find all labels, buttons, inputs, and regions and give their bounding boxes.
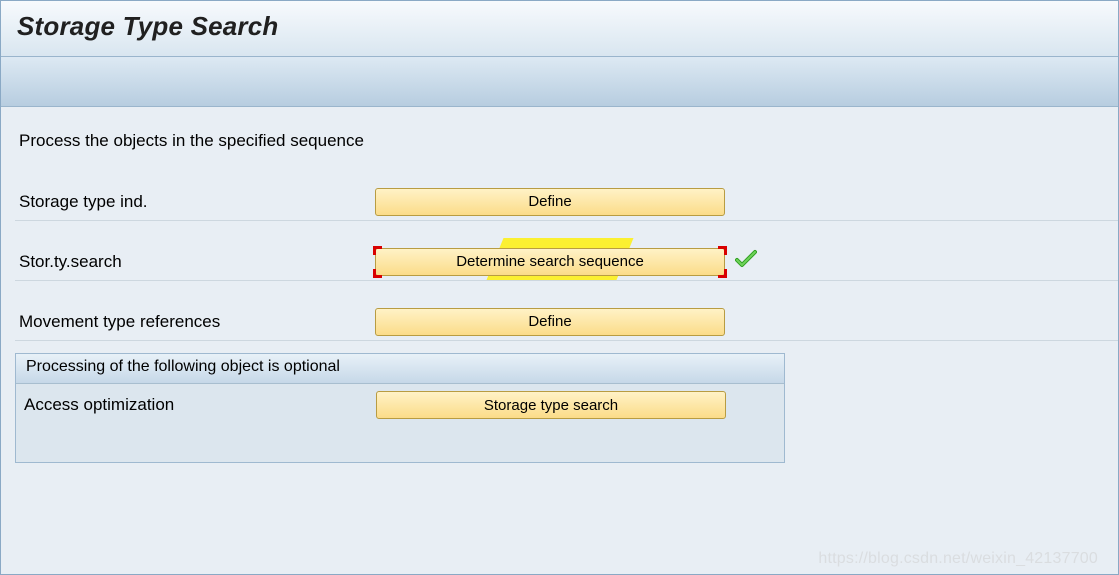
page-title: Storage Type Search (17, 11, 1102, 42)
define-button-storage-type-ind[interactable]: Define (375, 188, 725, 216)
define-button-movement-type[interactable]: Define (375, 308, 725, 336)
button-label: Define (528, 193, 571, 210)
content-area: Process the objects in the specified seq… (1, 107, 1118, 574)
row-movement-type-references: Movement type references Define (15, 307, 1118, 341)
determine-search-sequence-button[interactable]: Determine search sequence (375, 248, 725, 276)
instruction-text: Process the objects in the specified seq… (15, 121, 1118, 187)
storage-type-search-button[interactable]: Storage type search (376, 391, 726, 419)
selection-corner-icon (373, 269, 382, 278)
optional-group: Processing of the following object is op… (15, 353, 785, 463)
watermark-text: https://blog.csdn.net/weixin_42137700 (818, 550, 1098, 568)
row-storage-type-ind: Storage type ind. Define (15, 187, 1118, 221)
sap-window: Storage Type Search Process the objects … (0, 0, 1119, 575)
label-access-optimization: Access optimization (24, 395, 376, 415)
checkmark-icon (735, 249, 757, 274)
label-storage-type-ind: Storage type ind. (15, 192, 375, 212)
title-bar: Storage Type Search (1, 1, 1118, 57)
button-label: Define (528, 313, 571, 330)
application-toolbar (1, 57, 1118, 107)
row-stor-ty-search: Stor.ty.search Determine search sequence (15, 247, 1118, 281)
selection-corner-icon (373, 246, 382, 255)
row-access-optimization: Access optimization Storage type search (16, 384, 784, 422)
selection-corner-icon (718, 269, 727, 278)
selection-corner-icon (718, 246, 727, 255)
button-label: Determine search sequence (456, 253, 644, 270)
label-stor-ty-search: Stor.ty.search (15, 252, 375, 272)
label-movement-type-references: Movement type references (15, 312, 375, 332)
optional-group-header: Processing of the following object is op… (16, 354, 784, 384)
button-label: Storage type search (484, 397, 618, 414)
